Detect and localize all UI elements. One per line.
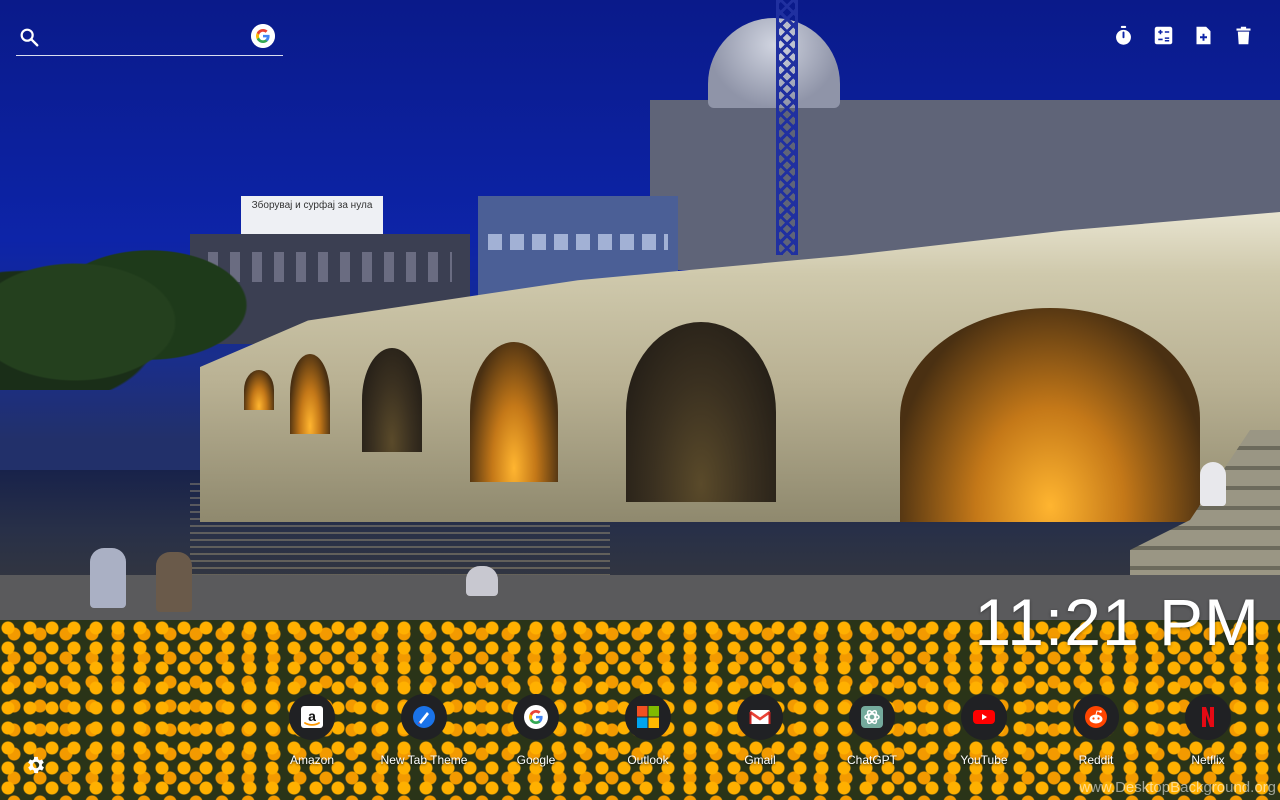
- person-sitting: [1200, 462, 1226, 506]
- svg-text:a: a: [308, 708, 316, 724]
- clock-display: 11:21 PM: [974, 585, 1260, 659]
- bridge-arch: [900, 308, 1200, 522]
- shortcut-netflix[interactable]: Netflix: [1158, 694, 1258, 767]
- google-icon: [524, 705, 548, 729]
- google-icon[interactable]: [251, 24, 275, 48]
- shortcut-bubble: [1185, 694, 1231, 740]
- gmail-icon: [749, 710, 771, 724]
- person-sitting: [90, 548, 126, 608]
- wallpaper-background: Зборувај и сурфај за нула www.DesktopBac…: [0, 0, 1280, 800]
- shortcut-label: Google: [516, 753, 556, 767]
- new-note-icon[interactable]: [1193, 25, 1214, 46]
- shortcut-bubble: [737, 694, 783, 740]
- timer-icon[interactable]: [1113, 25, 1134, 46]
- person-sitting: [156, 552, 192, 612]
- shortcut-bubble: [961, 694, 1007, 740]
- shortcut-bubble: [401, 694, 447, 740]
- reddit-icon: [1085, 706, 1107, 728]
- bridge-arch: [626, 322, 776, 502]
- shortcut-label: Netflix: [1191, 753, 1225, 767]
- person-sitting: [466, 566, 498, 596]
- shortcut-bubble: a: [289, 694, 335, 740]
- bridge-arch: [362, 348, 422, 452]
- shortcut-bubble: [1073, 694, 1119, 740]
- shortcut-new-tab-theme[interactable]: New Tab Theme: [374, 694, 474, 767]
- shortcut-reddit[interactable]: Reddit: [1046, 694, 1146, 767]
- youtube-icon: [973, 710, 995, 724]
- search-icon[interactable]: [18, 26, 40, 48]
- shortcut-label: Amazon: [289, 753, 335, 767]
- shortcut-label: YouTube: [960, 753, 1008, 767]
- shortcut-label: Gmail: [744, 753, 776, 767]
- bridge-arch: [470, 342, 558, 482]
- gear-icon[interactable]: [25, 754, 47, 776]
- bridge-arch: [290, 354, 330, 434]
- shortcut-gmail[interactable]: Gmail: [710, 694, 810, 767]
- amazon-icon: a: [301, 706, 323, 728]
- shortcuts-dock: a Amazon New Tab Theme Google Outlook Gm…: [262, 694, 1262, 774]
- shortcut-youtube[interactable]: YouTube: [934, 694, 1034, 767]
- shortcut-bubble: [625, 694, 671, 740]
- search-bar: [16, 22, 283, 56]
- top-toolbar: [1113, 25, 1254, 46]
- calculator-icon[interactable]: [1153, 25, 1174, 46]
- microsoft-icon: [637, 706, 659, 728]
- netflix-icon: [1202, 707, 1214, 727]
- construction-crane: [776, 0, 798, 255]
- shortcut-label: New Tab Theme: [380, 753, 468, 767]
- shortcut-google[interactable]: Google: [486, 694, 586, 767]
- shortcut-amazon[interactable]: a Amazon: [262, 694, 362, 767]
- shortcut-label: Reddit: [1078, 753, 1114, 767]
- new-tab-theme-icon: [413, 706, 435, 728]
- shortcut-outlook[interactable]: Outlook: [598, 694, 698, 767]
- trash-icon[interactable]: [1233, 25, 1254, 46]
- bridge-arch: [244, 370, 274, 410]
- shortcut-bubble: [849, 694, 895, 740]
- search-input[interactable]: [50, 24, 250, 50]
- chatgpt-icon: [861, 706, 883, 728]
- billboard: Зборувај и сурфај за нула: [241, 196, 383, 234]
- shortcut-chatgpt[interactable]: ChatGPT: [822, 694, 922, 767]
- shortcut-label: Outlook: [627, 753, 669, 767]
- shortcut-bubble: [513, 694, 559, 740]
- shortcut-label: ChatGPT: [846, 753, 897, 767]
- watermark: www.DesktopBackground.org: [1079, 779, 1276, 796]
